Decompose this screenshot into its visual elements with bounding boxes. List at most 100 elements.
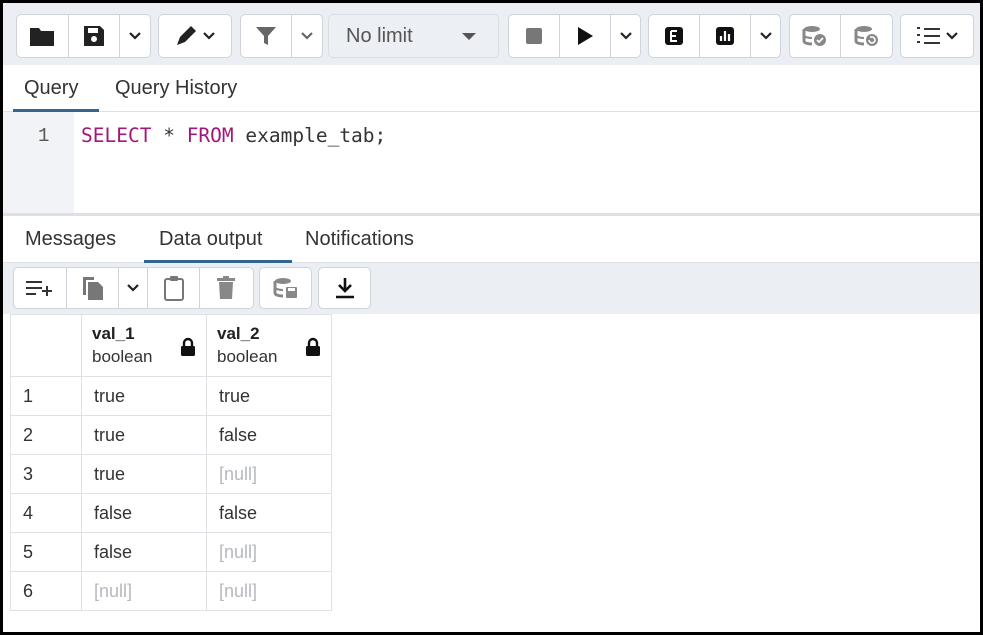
table-row[interactable]: 6 [null] [null]: [10, 571, 332, 611]
add-row-icon: [26, 281, 52, 296]
grid-cell[interactable]: false: [81, 493, 207, 533]
play-icon: [578, 27, 593, 45]
copy-button[interactable]: [67, 268, 119, 308]
row-limit-value: No limit: [346, 24, 413, 47]
chevron-down-icon: [946, 32, 958, 40]
delete-row-button[interactable]: [200, 268, 252, 308]
download-icon: [335, 278, 354, 299]
filter-button-group: [240, 14, 323, 58]
grid-cell-null[interactable]: [null]: [206, 454, 332, 494]
explain-analyze-icon: [716, 27, 734, 45]
edit-menu-button[interactable]: [159, 15, 231, 57]
copy-options-dropdown[interactable]: [119, 268, 148, 308]
explain-button-group: [648, 14, 781, 58]
lock-icon: [306, 337, 320, 356]
rollback-button[interactable]: [841, 15, 892, 57]
lock-icon: [181, 337, 195, 356]
save-data-icon: [273, 278, 297, 298]
explain-analyze-button[interactable]: [700, 15, 751, 57]
download-group: [318, 267, 371, 309]
stop-button[interactable]: [509, 15, 560, 57]
row-number[interactable]: 6: [10, 571, 82, 611]
edit-button-group: [158, 14, 232, 58]
tab-messages[interactable]: Messages: [25, 216, 116, 263]
row-actions-group: [13, 267, 254, 309]
file-button-group: [16, 14, 151, 58]
grid-cell[interactable]: true: [206, 376, 332, 416]
add-row-button[interactable]: [14, 268, 67, 308]
grid-cell-null[interactable]: [null]: [206, 532, 332, 572]
folder-icon: [30, 28, 55, 46]
explain-options-dropdown[interactable]: [751, 15, 780, 57]
code-table-name: example_tab;: [233, 124, 387, 147]
tab-query[interactable]: Query: [13, 65, 99, 112]
chevron-down-icon: [759, 32, 772, 40]
row-limit-select[interactable]: No limit: [328, 14, 499, 58]
column-header-val-1[interactable]: val_1 boolean: [81, 314, 207, 377]
filter-options-dropdown[interactable]: [292, 15, 322, 57]
grid-cell[interactable]: false: [81, 532, 207, 572]
query-toolbar: No limit: [3, 3, 980, 65]
download-button[interactable]: [319, 268, 370, 308]
table-row[interactable]: 1 true true: [10, 376, 332, 416]
grid-cell[interactable]: true: [81, 415, 207, 455]
save-options-dropdown[interactable]: [120, 15, 150, 57]
execute-button[interactable]: [560, 15, 611, 57]
grid-cell-null[interactable]: [null]: [206, 571, 332, 611]
chevron-down-icon: [301, 32, 313, 40]
row-number[interactable]: 2: [10, 415, 82, 455]
data-output-toolbar: [3, 263, 980, 314]
pgadmin-query-tool: No limit Query Query History 1 SELECT * …: [0, 0, 983, 635]
save-data-button[interactable]: [260, 268, 311, 308]
paste-button[interactable]: [148, 268, 200, 308]
filter-button[interactable]: [241, 15, 292, 57]
chevron-down-icon: [619, 32, 632, 40]
explain-button[interactable]: [649, 15, 700, 57]
chevron-down-icon: [127, 284, 139, 292]
grid-cell[interactable]: false: [206, 493, 332, 533]
grid-cell-null[interactable]: [null]: [81, 571, 207, 611]
line-number: 1: [38, 125, 50, 147]
chevron-down-icon: [129, 32, 141, 40]
edit-pen-icon: [177, 26, 196, 45]
grid-cell[interactable]: false: [206, 415, 332, 455]
table-row[interactable]: 4 false false: [10, 493, 332, 533]
stop-icon: [526, 28, 542, 44]
row-number[interactable]: 1: [10, 376, 82, 416]
grid-header-row: val_1 boolean val_2 boolean: [10, 314, 332, 377]
results-grid: val_1 boolean val_2 boolean 1 true true …: [10, 314, 332, 611]
open-file-button[interactable]: [17, 15, 69, 57]
code-star: *: [151, 124, 187, 147]
rollback-icon: [854, 26, 878, 46]
save-data-group: [259, 267, 312, 309]
grid-cell[interactable]: true: [81, 454, 207, 494]
row-number[interactable]: 5: [10, 532, 82, 572]
caret-down-icon: [462, 33, 476, 40]
keyword-select: SELECT: [81, 124, 152, 147]
save-file-button[interactable]: [69, 15, 121, 57]
tab-data-output[interactable]: Data output: [144, 216, 292, 263]
commit-icon: [802, 26, 826, 46]
row-number-header[interactable]: [10, 314, 82, 377]
sql-editor[interactable]: 1 SELECT * FROM example_tab;: [3, 112, 980, 213]
macros-menu-button[interactable]: [901, 15, 973, 57]
paste-icon: [163, 276, 184, 301]
table-row[interactable]: 5 false [null]: [10, 532, 332, 572]
tab-query-history[interactable]: Query History: [115, 65, 237, 112]
table-row[interactable]: 3 true [null]: [10, 454, 332, 494]
execute-button-group: [508, 14, 641, 58]
commit-button[interactable]: [790, 15, 841, 57]
filter-icon: [256, 27, 276, 45]
explain-icon: [665, 27, 683, 45]
chevron-down-icon: [203, 32, 215, 40]
keyword-from: FROM: [186, 124, 234, 147]
row-number[interactable]: 4: [10, 493, 82, 533]
grid-cell[interactable]: true: [81, 376, 207, 416]
row-number[interactable]: 3: [10, 454, 82, 494]
execute-options-dropdown[interactable]: [611, 15, 640, 57]
table-row[interactable]: 2 true false: [10, 415, 332, 455]
column-header-val-2[interactable]: val_2 boolean: [206, 314, 332, 377]
sql-code-line[interactable]: SELECT * FROM example_tab;: [81, 124, 386, 147]
query-tab-bar: Query Query History: [3, 65, 980, 112]
tab-notifications[interactable]: Notifications: [305, 216, 414, 263]
